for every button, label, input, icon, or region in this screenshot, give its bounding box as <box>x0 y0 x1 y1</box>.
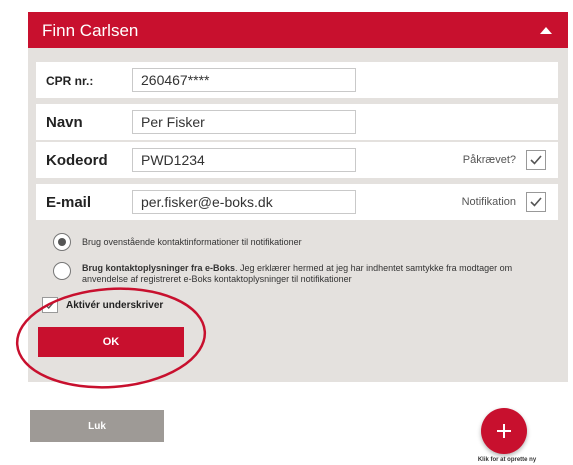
option-eboks-radio[interactable] <box>53 262 71 280</box>
option-eboks-label: Brug kontaktoplysninger fra e-Boks. Jeg … <box>82 263 542 285</box>
collapse-up-icon[interactable] <box>540 27 552 34</box>
cpr-row: CPR nr.: <box>36 62 558 98</box>
activate-signer-label: Aktivér underskriver <box>66 300 164 311</box>
option-contact-info-label: Brug ovenstående kontaktinformationer ti… <box>82 237 302 247</box>
panel-header[interactable]: Finn Carlsen <box>28 12 568 48</box>
option-eboks-line2: anvendelse af registreret e-Boks kontakt… <box>82 274 352 284</box>
checkmark-icon <box>530 155 542 165</box>
option-eboks-bold: Brug kontaktoplysninger fra e-Boks <box>82 263 236 273</box>
notification-label: Notifikation <box>461 196 516 208</box>
password-row: Kodeord Påkrævet? <box>36 142 558 178</box>
cpr-input[interactable] <box>132 68 356 92</box>
cpr-label: CPR nr.: <box>46 74 94 88</box>
name-input[interactable] <box>132 110 356 134</box>
ok-button[interactable]: OK <box>38 327 184 357</box>
required-label: Påkrævet? <box>462 154 516 166</box>
name-row: Navn <box>36 104 558 140</box>
password-input[interactable] <box>132 148 356 172</box>
notification-checkbox[interactable] <box>526 192 546 212</box>
panel-title: Finn Carlsen <box>42 21 139 40</box>
name-label: Navn <box>46 114 83 131</box>
required-checkbox[interactable] <box>526 150 546 170</box>
add-signer-caption: Klik for at oprette ny <box>477 457 537 463</box>
close-button[interactable]: Luk <box>30 410 164 442</box>
email-label: E-mail <box>46 194 92 211</box>
checkmark-icon <box>45 301 55 310</box>
checkmark-icon <box>530 197 542 207</box>
option-eboks-line1: . Jeg erklærer hermed at jeg har indhent… <box>235 263 513 273</box>
plus-icon <box>497 424 511 438</box>
password-label: Kodeord <box>46 152 108 169</box>
activate-signer-checkbox[interactable] <box>42 297 58 313</box>
email-input[interactable] <box>132 190 356 214</box>
option-contact-info-radio[interactable] <box>53 233 71 251</box>
email-row: E-mail Notifikation <box>36 184 558 220</box>
add-signer-button[interactable] <box>481 408 527 454</box>
